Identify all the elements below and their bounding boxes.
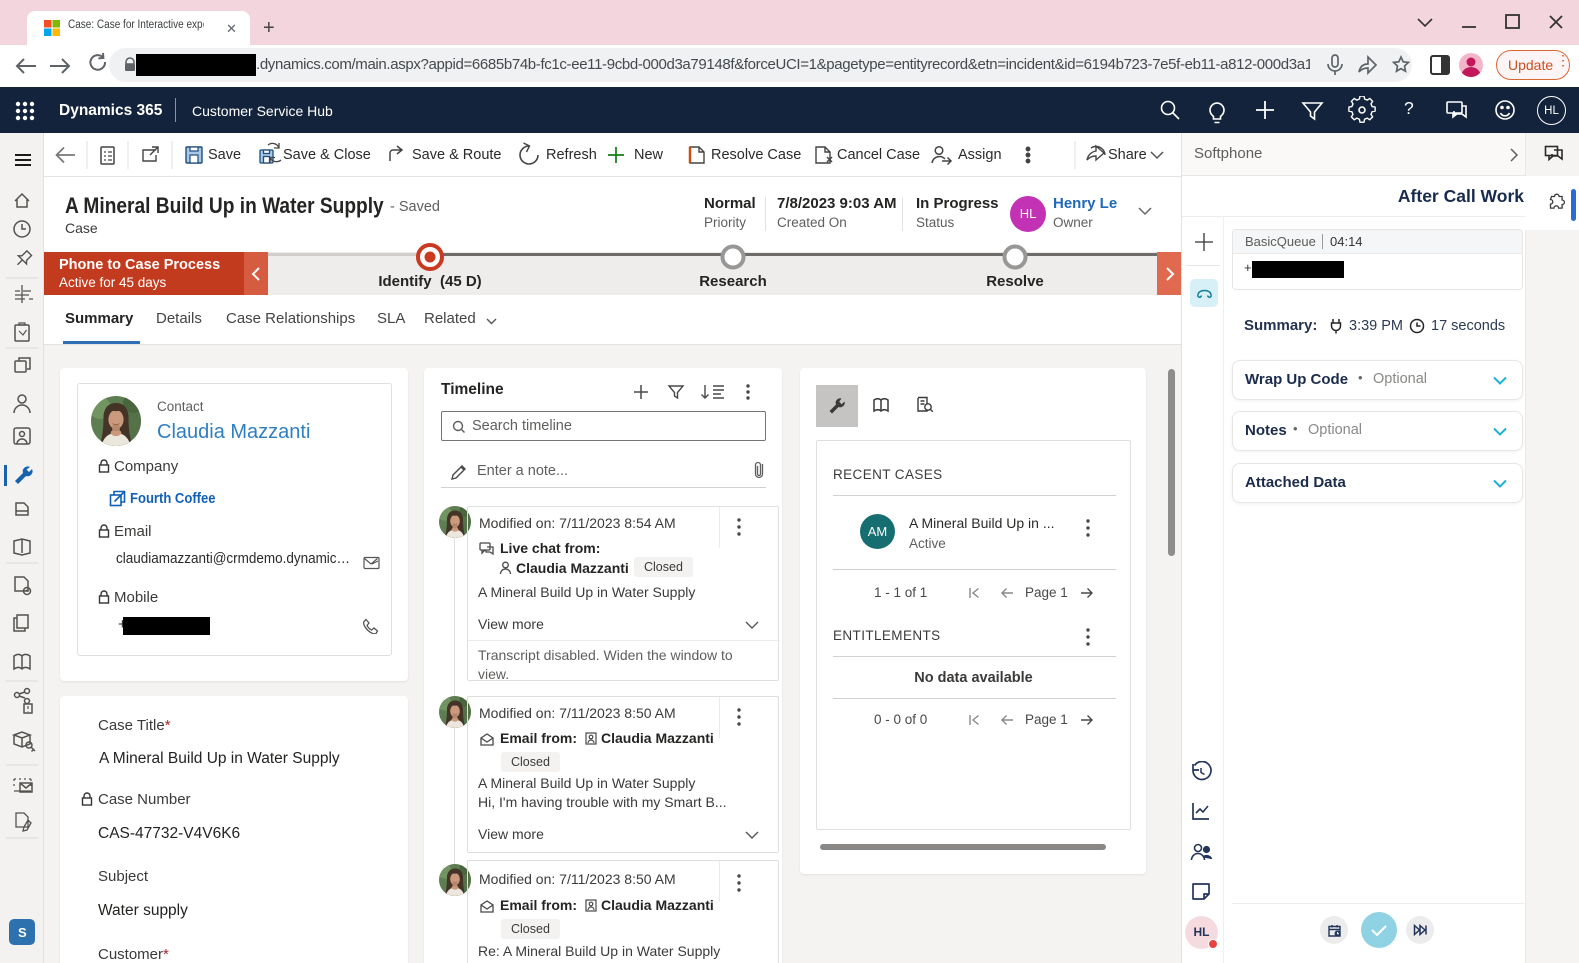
- svg-text:S: S: [18, 925, 27, 940]
